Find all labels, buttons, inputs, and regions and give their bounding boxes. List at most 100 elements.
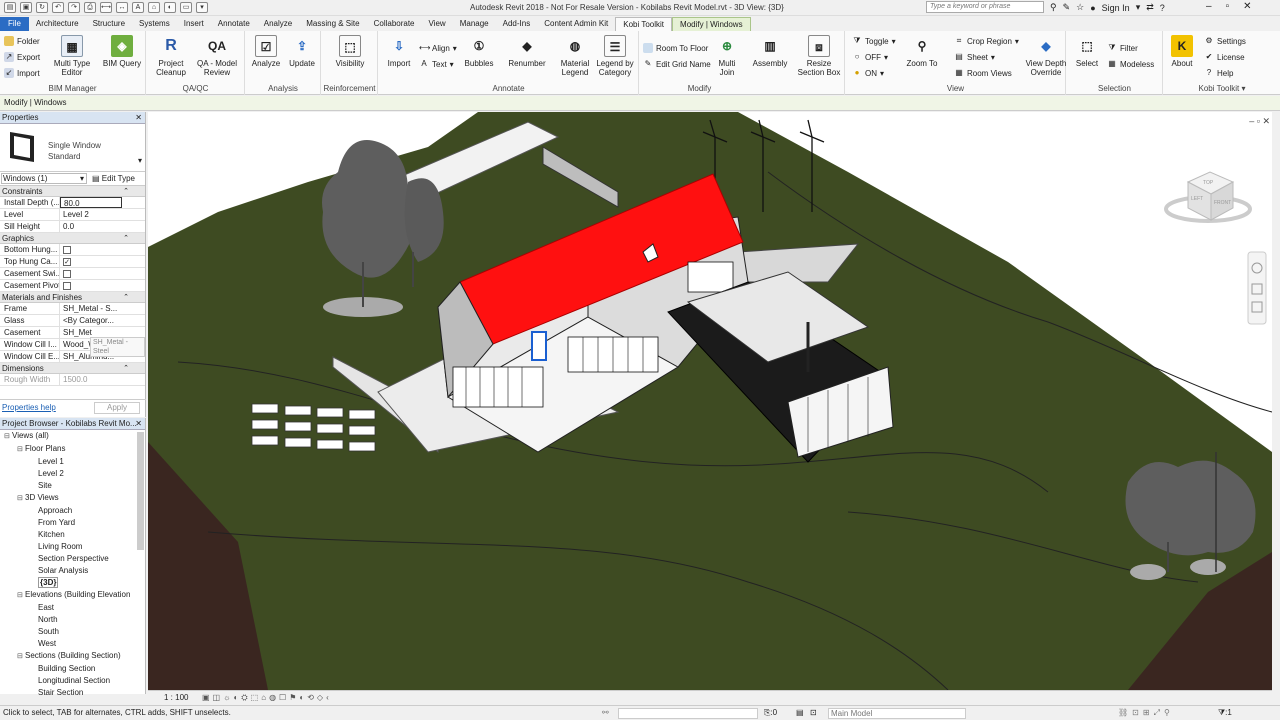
browser-item-3d-views[interactable]: ⊟ 3D Views <box>0 492 145 505</box>
browser-item-elevations-building-elevation[interactable]: ⊟ Elevations (Building Elevation <box>0 589 145 602</box>
print-icon[interactable]: ⎙ <box>84 2 96 13</box>
help-search-input[interactable]: Type a keyword or phrase <box>926 1 1044 13</box>
property-row[interactable]: Glass <By Categor... <box>0 315 145 327</box>
off-button[interactable]: ○ OFF ▾ <box>852 52 888 62</box>
browser-item-north[interactable]: North <box>0 614 145 626</box>
close-icon[interactable]: ✕ <box>135 112 142 124</box>
tab-manage[interactable]: Manage <box>453 17 496 31</box>
qa-model-review-button[interactable]: QA QA - Model Review <box>195 35 239 77</box>
tab-add-ins[interactable]: Add-Ins <box>496 17 538 31</box>
undo-icon[interactable]: ↶ <box>52 2 64 13</box>
browser-item-section-perspective[interactable]: Section Perspective <box>0 553 145 565</box>
property-value[interactable]: ✓ <box>60 256 122 267</box>
tab-content-admin-kit[interactable]: Content Admin Kit <box>537 17 615 31</box>
browser-item-approach[interactable]: Approach <box>0 505 145 517</box>
dimension-icon[interactable]: ↔ <box>116 2 128 13</box>
worksets-icon[interactable]: ⚯ <box>602 706 609 720</box>
browser-item-east[interactable]: East <box>0 602 145 614</box>
browser-scrollbar[interactable] <box>137 432 144 550</box>
browser-item-site[interactable]: Site <box>0 480 145 492</box>
sheet-button[interactable]: ▤ Sheet ▾ <box>954 52 995 62</box>
room-views-button[interactable]: ▦ Room Views <box>954 68 1012 78</box>
property-value[interactable]: <By Categor... <box>60 315 122 326</box>
property-value[interactable] <box>60 280 122 291</box>
close-icon[interactable]: ✕ <box>1243 1 1251 12</box>
main-model-select[interactable]: Main Model <box>828 708 966 719</box>
browser-item-level-1[interactable]: Level 1 <box>0 456 145 468</box>
tab-collaborate[interactable]: Collaborate <box>367 17 422 31</box>
property-row[interactable]: Top Hung Ca... ✓ <box>0 256 145 268</box>
tab-massing-site[interactable]: Massing & Site <box>299 17 366 31</box>
redo-icon[interactable]: ↷ <box>68 2 80 13</box>
zoom-to-button[interactable]: ⚲ Zoom To <box>900 35 944 68</box>
about-button[interactable]: K About <box>1162 35 1202 68</box>
bim-query-button[interactable]: ◈ BIM Query <box>100 35 144 68</box>
browser-item-building-section[interactable]: Building Section <box>0 663 145 675</box>
open-icon[interactable]: ▤ <box>4 2 16 13</box>
filter-count[interactable]: ⧩:1 <box>1218 706 1232 720</box>
tab-modify-windows[interactable]: Modify | Windows <box>672 17 751 31</box>
resize-section-box-button[interactable]: ⧈ Resize Section Box <box>795 35 843 77</box>
navigation-bar[interactable] <box>1247 251 1267 325</box>
customize-icon[interactable]: ▾ <box>196 2 208 13</box>
measure-icon[interactable]: ⟷ <box>100 2 112 13</box>
property-group-dimensions[interactable]: Dimensions ⌃ <box>0 363 145 374</box>
close-hidden-icon[interactable]: ▭ <box>180 2 192 13</box>
collapse-icon[interactable]: ⌃ <box>123 186 129 197</box>
favorites-icon[interactable]: ☆ <box>1076 2 1084 13</box>
browser-item-sections-building-section[interactable]: ⊟ Sections (Building Section) <box>0 650 145 663</box>
collapse-toggle-icon[interactable]: ⊟ <box>17 493 25 505</box>
property-value[interactable]: 1500.0 <box>60 374 122 385</box>
collapse-icon[interactable]: ⌃ <box>123 363 129 374</box>
type-selector[interactable]: Single Window Standard ▾ <box>0 124 145 172</box>
update-button[interactable]: ⇪ Update <box>282 35 322 68</box>
collapse-toggle-icon[interactable]: ⊟ <box>4 431 12 443</box>
binoculars-icon[interactable]: ⚲ <box>1050 2 1057 13</box>
selection-option-icons[interactable]: ⛓⊡⊞⤢⚲ <box>1118 706 1174 720</box>
browser-item-floor-plans[interactable]: ⊟ Floor Plans <box>0 443 145 456</box>
on-button[interactable]: ● ON ▾ <box>852 68 884 78</box>
import-button[interactable]: ↙ Import <box>4 68 40 78</box>
tab-analyze[interactable]: Analyze <box>257 17 299 31</box>
edit-grid-name-button[interactable]: ✎ Edit Grid Name <box>643 59 711 69</box>
collapse-toggle-icon[interactable]: ⊟ <box>17 444 25 456</box>
selected-window[interactable] <box>531 331 547 361</box>
browser-item-from-yard[interactable]: From Yard <box>0 517 145 529</box>
checkbox[interactable] <box>63 282 71 290</box>
annotate-import-button[interactable]: ⇩ Import <box>379 35 419 68</box>
section-icon[interactable]: ◐ <box>164 2 176 13</box>
viewport-scrollbar[interactable] <box>1272 112 1280 690</box>
multi-join-button[interactable]: ⊕ Multi Join <box>705 35 749 77</box>
project-cleanup-button[interactable]: R Project Cleanup <box>149 35 193 77</box>
user-icon[interactable]: ● <box>1090 3 1095 13</box>
workset-field[interactable] <box>618 708 758 719</box>
property-row[interactable]: Casement Swi... <box>0 268 145 280</box>
restore-icon[interactable]: ▫ <box>1257 116 1260 126</box>
property-value[interactable]: SH_Metal - S... <box>60 303 122 314</box>
bubbles-button[interactable]: ① Bubbles <box>459 35 499 68</box>
maximize-icon[interactable]: ▫ <box>1226 1 1230 12</box>
close-icon[interactable]: ✕ <box>135 418 142 430</box>
property-row[interactable]: Install Depth (... 80.0 <box>0 197 145 209</box>
view-depth-override-button[interactable]: ◆ View Depth Override <box>1022 35 1070 77</box>
renumber-button[interactable]: ◆ Renumber <box>505 35 549 68</box>
browser-item-solar-analysis[interactable]: Solar Analysis <box>0 565 145 577</box>
filter-button[interactable]: ⧩ Filter <box>1107 43 1137 53</box>
tab-structure[interactable]: Structure <box>86 17 132 31</box>
browser-item-stair-section[interactable]: Stair Section <box>0 687 145 699</box>
close-icon[interactable]: ✕ <box>1262 116 1270 126</box>
browser-item-south[interactable]: South <box>0 626 145 638</box>
property-value[interactable]: 80.0 <box>60 197 122 208</box>
checkbox[interactable] <box>63 270 71 278</box>
tab-insert[interactable]: Insert <box>177 17 211 31</box>
select-button[interactable]: ⬚ Select <box>1067 35 1107 68</box>
property-group-graphics[interactable]: Graphics ⌃ <box>0 233 145 244</box>
toggle-button[interactable]: ⧩ Toggle ▾ <box>852 36 895 46</box>
modeless-button[interactable]: ▦ Modeless <box>1107 59 1154 69</box>
property-group-constraints[interactable]: Constraints ⌃ <box>0 186 145 197</box>
save-icon[interactable]: ▣ <box>20 2 32 13</box>
crop-region-button[interactable]: ⌗ Crop Region ▾ <box>954 36 1019 46</box>
collapse-toggle-icon[interactable]: ⊟ <box>17 590 25 602</box>
legend-by-category-button[interactable]: ☰ Legend by Category <box>593 35 637 77</box>
browser-item-3d[interactable]: {3D} <box>0 577 145 589</box>
